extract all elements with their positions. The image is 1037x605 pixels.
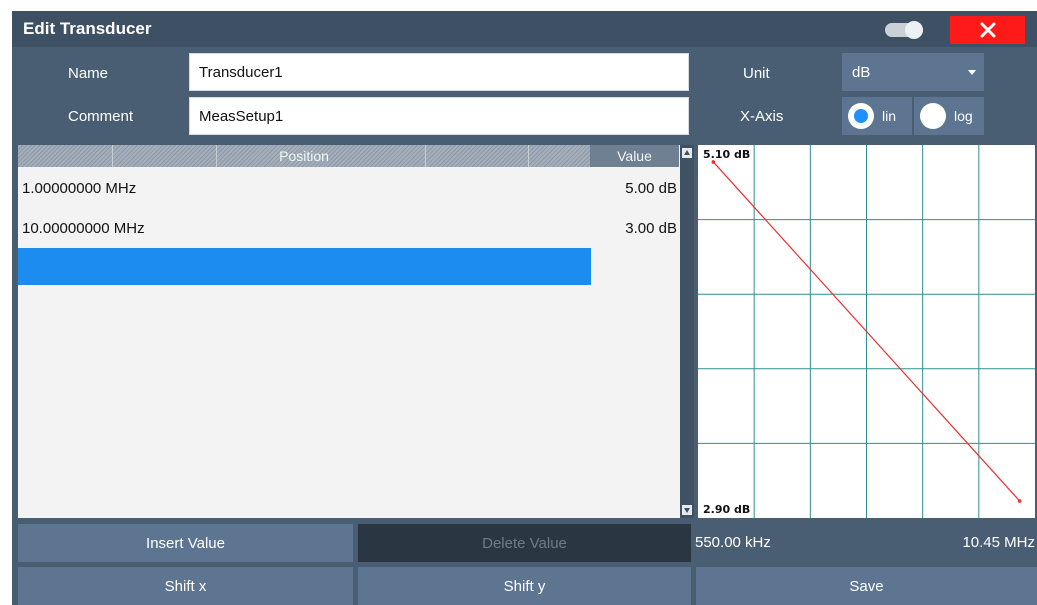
edit-transducer-dialog: Edit Transducer Name Transducer1 Comment… — [12, 11, 1037, 605]
shift-y-button[interactable]: Shift y — [358, 567, 691, 605]
unit-label: Unit — [743, 65, 770, 82]
save-button[interactable]: Save — [696, 567, 1037, 605]
xaxis-log-label: log — [954, 108, 973, 124]
name-label: Name — [68, 65, 109, 82]
x-axis-range: 550.00 kHz 10.45 MHz — [695, 524, 1037, 562]
unit-value: dB — [852, 63, 871, 81]
table-header: Position Value — [18, 145, 679, 167]
column-header-position[interactable]: Position — [18, 145, 590, 167]
scroll-down-icon[interactable] — [682, 505, 692, 515]
y-axis-top-label: 5.10 dB — [703, 148, 751, 161]
x-axis-start-label: 550.00 kHz — [695, 534, 771, 551]
toggle-icon[interactable] — [885, 21, 923, 39]
comment-label: Comment — [68, 108, 134, 125]
delete-value-button[interactable]: Delete Value — [358, 524, 691, 562]
xaxis-lin-label: lin — [882, 108, 897, 124]
transducer-chart: 5.10 dB 2.90 dB — [698, 145, 1035, 518]
close-button[interactable] — [950, 16, 1025, 44]
table-row[interactable]: 1.00000000 MHz 5.00 dB — [18, 175, 679, 203]
y-axis-bottom-label: 2.90 dB — [703, 503, 751, 516]
table-scrollbar[interactable] — [680, 145, 694, 518]
row-value: 3.00 dB — [625, 220, 677, 237]
row-position: 10.00000000 MHz — [22, 220, 145, 237]
unit-dropdown[interactable]: dB — [842, 53, 984, 91]
chevron-down-icon — [968, 70, 976, 75]
xaxis-lin-option[interactable]: lin — [842, 97, 912, 135]
row-position: 1.00000000 MHz — [22, 180, 137, 197]
data-point — [1017, 499, 1022, 503]
column-header-value[interactable]: Value — [590, 145, 679, 167]
x-axis-stop-label: 10.45 MHz — [962, 534, 1035, 551]
dialog-title: Edit Transducer — [23, 19, 152, 38]
insert-value-button[interactable]: Insert Value — [18, 524, 353, 562]
transducer-table: Position Value 1.00000000 MHz 5.00 dB 10… — [18, 145, 694, 518]
title-bar: Edit Transducer — [12, 11, 1037, 47]
table-row-selected-empty[interactable] — [18, 248, 591, 285]
xaxis-label: X-Axis — [740, 108, 784, 125]
shift-x-button[interactable]: Shift x — [18, 567, 353, 605]
comment-field[interactable]: MeasSetup1 — [189, 97, 689, 135]
name-field[interactable]: Transducer1 — [189, 53, 689, 91]
chart-plot — [698, 145, 1035, 518]
row-value: 5.00 dB — [625, 180, 677, 197]
xaxis-log-option[interactable]: log — [914, 97, 984, 135]
radio-selected-icon — [848, 103, 874, 129]
close-icon — [980, 22, 995, 38]
radio-unselected-icon — [920, 103, 946, 129]
table-row[interactable]: 10.00000000 MHz 3.00 dB — [18, 215, 679, 243]
scroll-up-icon[interactable] — [682, 148, 692, 158]
